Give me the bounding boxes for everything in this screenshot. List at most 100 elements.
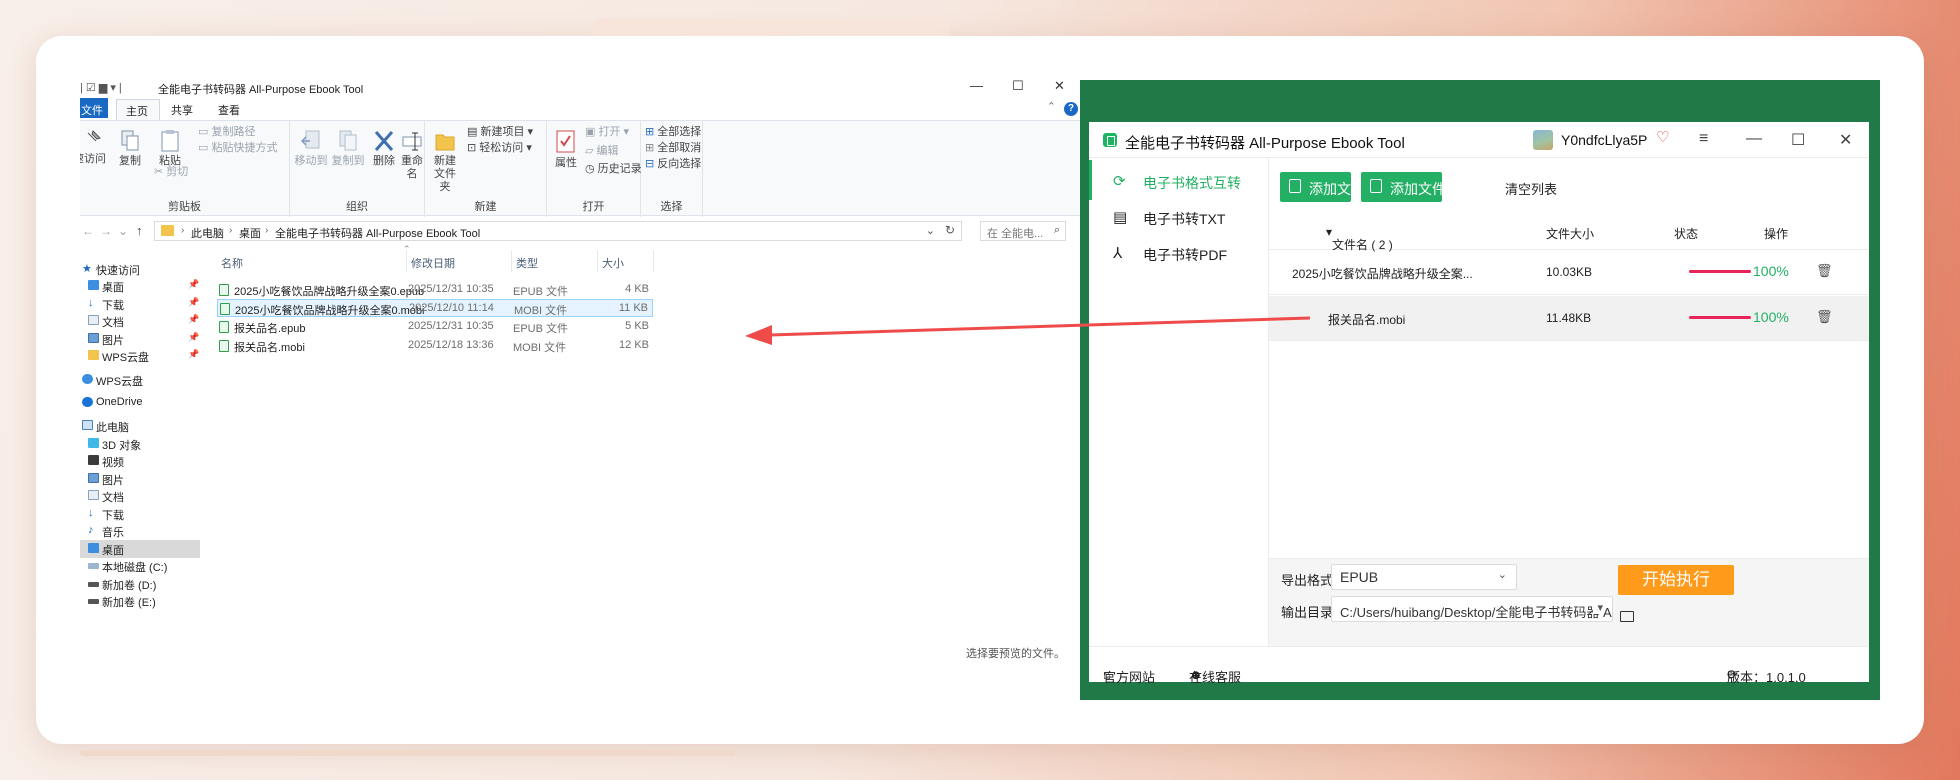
menu-icon[interactable]: ≡ [1699, 130, 1708, 148]
close-icon[interactable]: ✕ [1054, 80, 1065, 94]
chevron-down-icon[interactable]: ⌄ [926, 224, 935, 237]
history-label: 历史记录 [597, 163, 642, 175]
maximize-icon[interactable]: ☐ [1791, 130, 1805, 150]
folder-icon [88, 350, 99, 360]
breadcrumb-desktop[interactable]: 桌面 [239, 225, 261, 241]
delete-label: 删除 [373, 155, 395, 167]
tab-share[interactable]: 共享 [171, 102, 193, 118]
nav-pictures[interactable]: 图片 [80, 470, 200, 488]
vip-diamond-icon[interactable]: ♡ [1656, 128, 1669, 146]
sidebar-item-to-pdf[interactable]: ⅄ 电子书转PDF [1089, 232, 1269, 272]
nav-qa-documents[interactable]: 文档 📌 [80, 312, 200, 330]
pin-quick-access-button[interactable]: 固定到快速访问 [80, 129, 106, 166]
row-status: 100% [1753, 309, 1789, 325]
file-row[interactable]: 报关品名.epub 2025/12/31 10:35 EPUB 文件 5 KB [217, 318, 653, 336]
column-name[interactable]: 名称 [217, 250, 407, 272]
tab-file[interactable]: 文件 [80, 98, 108, 118]
easy-access-button[interactable]: ⊡ 轻松访问 ▾ [467, 142, 532, 155]
nav-music[interactable]: ♪ 音乐 [80, 522, 200, 540]
cut-button[interactable]: ✂ 剪切 [154, 166, 188, 179]
search-input[interactable]: 在 全能电... ⌕ [980, 221, 1066, 241]
export-format-select[interactable]: EPUB ⌄ [1331, 564, 1517, 590]
refresh-icon[interactable]: ↻ [945, 223, 955, 237]
nav-wps-cloud[interactable]: WPS云盘 [80, 371, 200, 389]
breadcrumb-this-pc[interactable]: 此电脑 [191, 225, 224, 241]
nav-qa-wps[interactable]: WPS云盘 📌 [80, 347, 200, 365]
nav-qa-pictures[interactable]: 图片 📌 [80, 330, 200, 348]
trash-icon[interactable]: 🗑 [1816, 309, 1833, 325]
nav-this-pc[interactable]: 此电脑 [80, 417, 200, 435]
nav-drive-d[interactable]: 新加卷 (D:) [80, 575, 200, 593]
paste-shortcut-button[interactable]: ▭ 粘贴快捷方式 [198, 142, 277, 155]
nav-qa-downloads[interactable]: ↓ 下载 📌 [80, 295, 200, 313]
properties-button[interactable]: 属性 [553, 129, 579, 170]
file-row[interactable]: 2025小吃餐饮品牌战略升级全案0.epub 2025/12/31 10:35 … [217, 281, 653, 299]
add-file-button[interactable]: 添加文件 [1280, 172, 1365, 202]
history-button[interactable]: ◷ 历史记录 [585, 163, 642, 176]
select-none-button[interactable]: ⊞ 全部取消 [645, 142, 701, 155]
invert-selection-button[interactable]: ⊟ 反向选择 [645, 158, 701, 171]
nav-label: 文档 [102, 492, 124, 504]
preview-pane-message: 选择要预览的文件。 [966, 648, 1065, 660]
table-row[interactable]: 报关品名.mobi 11.48KB 100% 🗑 [1269, 296, 1869, 341]
nav-3d-objects[interactable]: 3D 对象 [80, 435, 200, 453]
new-folder-button[interactable]: 新建文件夹 [429, 129, 461, 194]
tab-view[interactable]: 查看 [218, 102, 240, 118]
copy-button[interactable]: 复制 [116, 129, 144, 168]
nav-documents[interactable]: 文档 [80, 487, 200, 505]
add-file-label: 添加文件 [1309, 181, 1365, 197]
nav-videos[interactable]: 视频 [80, 452, 200, 470]
edit-button[interactable]: ▱ 编辑 [585, 145, 619, 158]
address-bar[interactable]: › 此电脑 › 桌面 › 全能电子书转码器 All-Purpose Ebook … [154, 221, 962, 241]
sidebar-item-label: 电子书格式互转 [1143, 175, 1241, 191]
nav-drive-c[interactable]: 本地磁盘 (C:) [80, 557, 200, 575]
file-row[interactable]: 报关品名.mobi 2025/12/18 13:36 MOBI 文件 12 KB [217, 337, 653, 355]
nav-quick-access[interactable]: ★ 快速访问 [80, 260, 200, 278]
clear-list-button[interactable]: 清空列表 [1505, 179, 1557, 198]
open-button[interactable]: ▣ 打开 ▾ [585, 126, 629, 139]
up-arrow-icon[interactable]: ↑ [136, 223, 143, 238]
tab-home[interactable]: 主页 [116, 99, 160, 120]
back-forward-icon[interactable]: ←→⌄ [82, 224, 134, 238]
new-item-button[interactable]: ▤ 新建项目 ▾ [467, 126, 533, 139]
help-icon[interactable]: ? [1064, 102, 1078, 116]
nav-label: WPS云盘 [96, 376, 144, 388]
sidebar-item-format-convert[interactable]: ⟳ 电子书格式互转 [1089, 160, 1269, 200]
minimize-icon[interactable]: — [1746, 130, 1762, 148]
nav-qa-desktop[interactable]: 桌面 📌 [80, 277, 200, 295]
column-type[interactable]: 类型 [512, 250, 598, 272]
add-folder-button[interactable]: 添加文件夹 [1361, 172, 1460, 202]
sidebar-item-to-txt[interactable]: ▤ 电子书转TXT [1089, 196, 1269, 236]
nav-desktop[interactable]: 桌面 [80, 540, 200, 558]
nav-drive-e[interactable]: 新加卷 (E:) [80, 592, 200, 610]
collapse-ribbon-icon[interactable]: ⌃ [1047, 100, 1056, 113]
table-row[interactable]: 2025小吃餐饮品牌战略升级全案... 10.03KB 100% 🗑 [1269, 250, 1869, 295]
search-placeholder: 在 全能电... [987, 228, 1044, 240]
open-folder-icon[interactable] [1620, 611, 1634, 622]
maximize-icon[interactable]: ☐ [1012, 80, 1024, 94]
close-icon[interactable]: ✕ [1839, 130, 1852, 150]
copy-path-button[interactable]: ▭ 复制路径 [198, 126, 255, 139]
nav-onedrive[interactable]: OneDrive [80, 394, 200, 412]
nav-label: 视频 [102, 457, 124, 469]
avatar[interactable] [1533, 130, 1553, 150]
username[interactable]: Y0ndfcLlya5P [1561, 132, 1647, 148]
minimize-icon[interactable]: — [970, 80, 983, 93]
column-date[interactable]: 修改日期 [407, 250, 512, 272]
start-button[interactable]: 开始执行 [1618, 565, 1734, 595]
paste-button[interactable]: 粘贴 [156, 129, 184, 168]
breadcrumb-folder[interactable]: 全能电子书转码器 All-Purpose Ebook Tool [275, 225, 480, 241]
column-size[interactable]: 大小 [598, 250, 654, 272]
output-dir-select[interactable]: C:/Users/huibang/Desktop/全能电子书转码器 All-Pu… [1331, 596, 1613, 622]
select-all-button[interactable]: ⊞ 全部选择 [645, 126, 701, 139]
trash-icon[interactable]: 🗑 [1816, 263, 1833, 279]
rename-button[interactable]: 重命名 [398, 129, 426, 181]
quick-access-toolbar[interactable]: | ☑ ▆ ▾ | [80, 81, 122, 94]
copy-to-button[interactable]: 复制到 [330, 129, 366, 168]
file-row[interactable]: 2025小吃餐饮品牌战略升级全案0.mobi 2025/12/10 11:14 … [217, 299, 653, 317]
delete-button[interactable]: 删除 [372, 129, 396, 168]
search-icon: ⌕ [1053, 224, 1060, 236]
move-to-button[interactable]: 移动到 [294, 129, 328, 168]
nav-downloads[interactable]: ↓ 下载 [80, 505, 200, 523]
column-filename[interactable]: ▾ 文件名 ( 2 ) [1326, 225, 1393, 252]
